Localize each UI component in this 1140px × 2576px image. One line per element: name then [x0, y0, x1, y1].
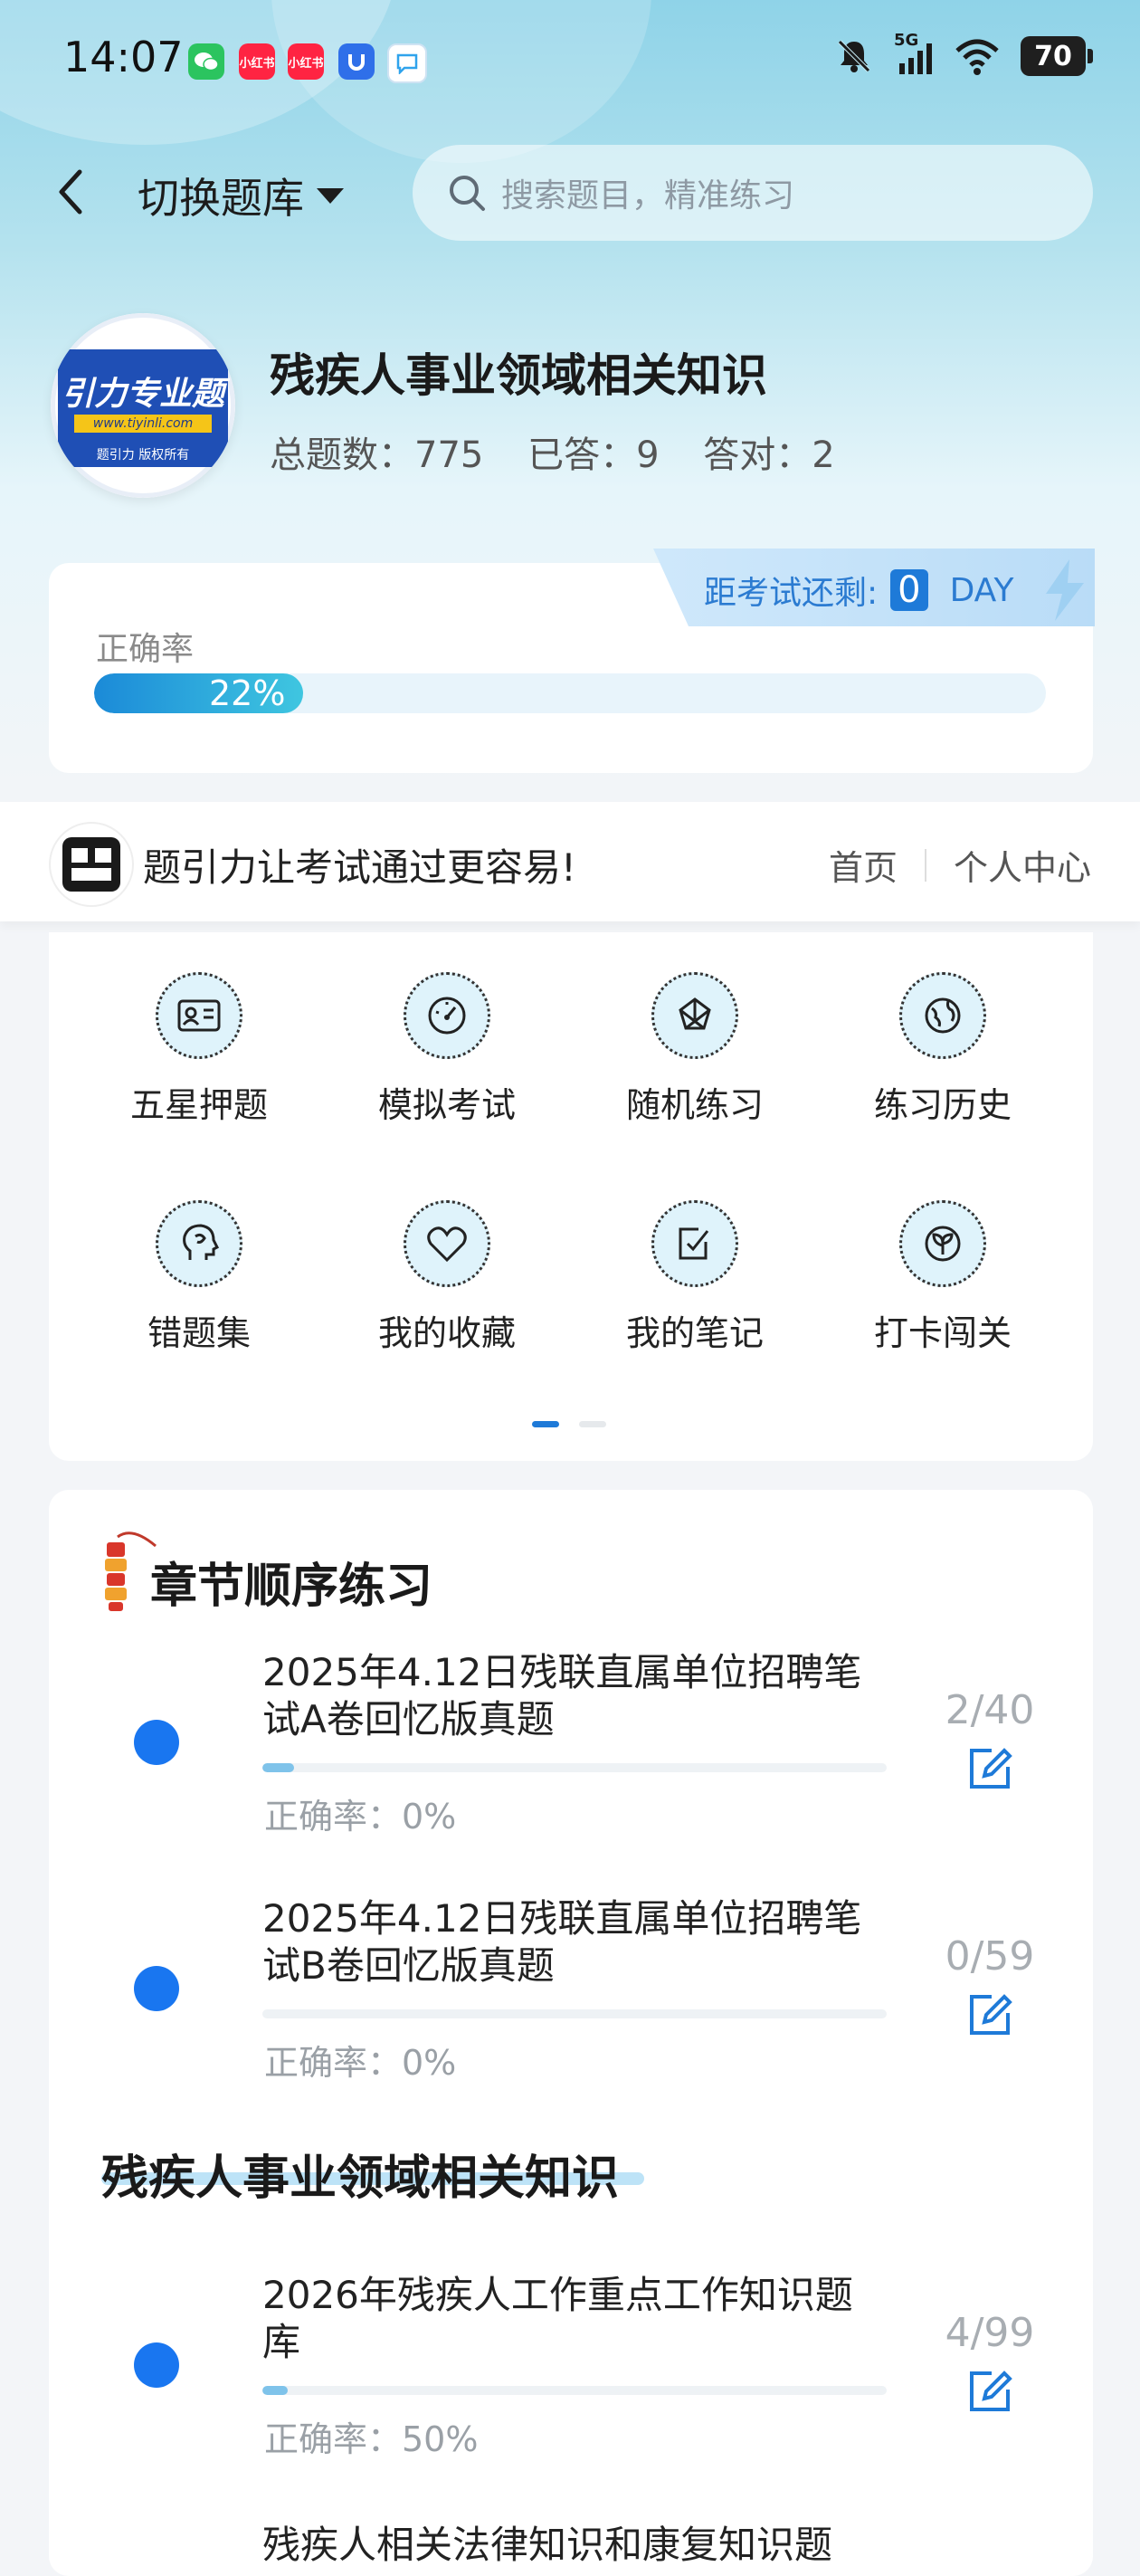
globe-icon — [899, 972, 986, 1059]
page-indicator — [532, 1421, 606, 1427]
search-bar[interactable]: 搜索题目，精准练习 — [413, 145, 1093, 241]
section-title-chapter: 章节顺序练习 — [150, 1560, 433, 1614]
grid-item-label: 练习历史 — [873, 1085, 1012, 1125]
wifi-icon — [955, 39, 999, 75]
function-grid: 五星押题 模拟考试 随机练习 练习历史 错题集 我的收藏 我的笔记 打卡闯关 — [49, 932, 1093, 1461]
logo-url: www.tiyinli.com — [74, 415, 212, 433]
switch-bank-label: 切换题库 — [138, 174, 304, 223]
exam-countdown: 距考试还剩: 0 DAY — [653, 549, 1095, 626]
bank-title: 残疾人事业领域相关知识 — [270, 349, 767, 402]
status-right: 5G 70 — [834, 31, 1093, 76]
switch-bank-dropdown[interactable]: 切换题库 — [138, 166, 346, 225]
row-progress-fill — [262, 2386, 288, 2395]
accuracy-bar-fill: 22% — [94, 673, 304, 713]
row-count: 0/59 — [945, 1933, 1035, 1980]
grid-item-label: 我的收藏 — [377, 1313, 516, 1353]
row-count: 2/40 — [945, 1687, 1035, 1733]
accuracy-value: 22% — [208, 673, 286, 713]
answered-count: 已答：9 — [527, 434, 660, 476]
lightning-icon — [1046, 559, 1084, 621]
row-progress-bar — [262, 2009, 887, 2018]
edit-icon[interactable] — [964, 2366, 1015, 2417]
row-title[interactable]: 2025年4.12日残联直属单位招聘笔试A卷回忆版真题 — [262, 1649, 887, 1743]
back-arrow-icon[interactable] — [52, 165, 89, 219]
row-accuracy: 正确率：0% — [264, 1797, 457, 1837]
grid-item-wrong-set[interactable]: 错题集 — [109, 1200, 290, 1355]
note-check-icon — [651, 1200, 738, 1287]
wechat-icon — [188, 43, 224, 80]
accuracy-bar: 22% — [94, 673, 1046, 713]
section-title-topic: 残疾人事业领域相关知识 — [101, 2151, 620, 2206]
search-placeholder: 搜索题目，精准练习 — [501, 177, 795, 215]
grid-item-label: 错题集 — [147, 1313, 251, 1353]
logo-footer: 题引力 版权所有 — [96, 448, 190, 463]
row-progress-bar — [262, 1763, 887, 1772]
app-icon-label: 小红书 — [239, 56, 275, 71]
heart-icon — [404, 1200, 490, 1287]
battery-level: 70 — [1034, 40, 1072, 72]
search-icon — [450, 176, 485, 211]
grid-item-favorites[interactable]: 我的收藏 — [356, 1200, 537, 1355]
row-title[interactable]: 2026年残疾人工作重点工作知识题库 — [262, 2272, 887, 2366]
row-title-partial[interactable]: 残疾人相关法律知识和康复知识题 — [262, 2514, 832, 2570]
countdown-days: 0 — [890, 569, 928, 611]
row-status-dot — [134, 1966, 179, 2011]
brand-logo-icon — [49, 822, 134, 907]
xiaohongshu-icon: 小红书 — [239, 43, 275, 80]
nav-divider — [924, 848, 926, 882]
logo-text: 引力专业题 — [61, 376, 224, 413]
row-count: 4/99 — [945, 2310, 1035, 2356]
grid-item-label: 五星押题 — [129, 1085, 268, 1125]
grid-item-label: 打卡闯关 — [873, 1313, 1012, 1353]
bank-logo: 引力专业题 www.tiyinli.com 题引力 版权所有 — [51, 313, 235, 498]
u-app-icon — [338, 43, 375, 80]
page-dot-active — [532, 1421, 559, 1427]
top-nav: 首页 个人中心 — [829, 840, 1091, 890]
row-progress-bar — [262, 2386, 887, 2395]
brand-slogan: 题引力让考试通过更容易! — [143, 845, 576, 890]
correct-count: 答对：2 — [703, 434, 835, 476]
row-title[interactable]: 2025年4.12日残联直属单位招聘笔试B卷回忆版真题 — [262, 1895, 887, 1989]
row-status-dot — [134, 2342, 179, 2388]
grid-item-notes[interactable]: 我的笔记 — [604, 1200, 785, 1355]
nav-home-link[interactable]: 首页 — [829, 840, 898, 890]
grid-item-five-star[interactable]: 五星押题 — [109, 972, 290, 1127]
bell-off-icon — [838, 40, 870, 72]
total-count: 总题数：775 — [270, 434, 484, 476]
grid-item-label: 模拟考试 — [377, 1085, 516, 1125]
app-icon-label: 小红书 — [288, 56, 324, 71]
row-accuracy: 正确率：0% — [264, 2043, 457, 2083]
grid-item-checkin[interactable]: 打卡闯关 — [852, 1200, 1033, 1355]
id-card-icon — [156, 972, 242, 1059]
grid-item-label: 我的笔记 — [625, 1313, 764, 1353]
row-status-dot — [134, 1720, 179, 1765]
nav-profile-link[interactable]: 个人中心 — [954, 840, 1091, 890]
grid-item-random[interactable]: 随机练习 — [604, 972, 785, 1127]
grid-item-history[interactable]: 练习历史 — [852, 972, 1033, 1127]
caret-down-icon — [317, 188, 344, 204]
sprout-icon — [899, 1200, 986, 1287]
countdown-unit: DAY — [949, 571, 1014, 609]
countdown-label: 距考试还剩: — [704, 575, 879, 612]
battery-indicator: 70 — [1021, 36, 1093, 76]
row-accuracy: 正确率：50% — [264, 2419, 479, 2459]
grid-item-mock-exam[interactable]: 模拟考试 — [356, 972, 537, 1127]
grid-item-label: 随机练习 — [625, 1085, 764, 1125]
page-dot — [579, 1421, 606, 1427]
bank-stats: 总题数：775 已答：9 答对：2 — [270, 425, 868, 478]
xiaohongshu-icon: 小红书 — [288, 43, 324, 80]
head-icon — [156, 1200, 242, 1287]
row-progress-fill — [262, 1763, 294, 1772]
chat-bubble-icon — [387, 43, 427, 83]
status-time: 14:07 — [63, 33, 184, 81]
shuffle-icon — [651, 972, 738, 1059]
edit-icon[interactable] — [964, 1743, 1015, 1794]
cellular-signal-icon: 5G — [894, 31, 934, 76]
gauge-icon — [404, 972, 490, 1059]
accuracy-label: 正确率 — [96, 631, 195, 668]
edit-icon[interactable] — [964, 1989, 1015, 2040]
